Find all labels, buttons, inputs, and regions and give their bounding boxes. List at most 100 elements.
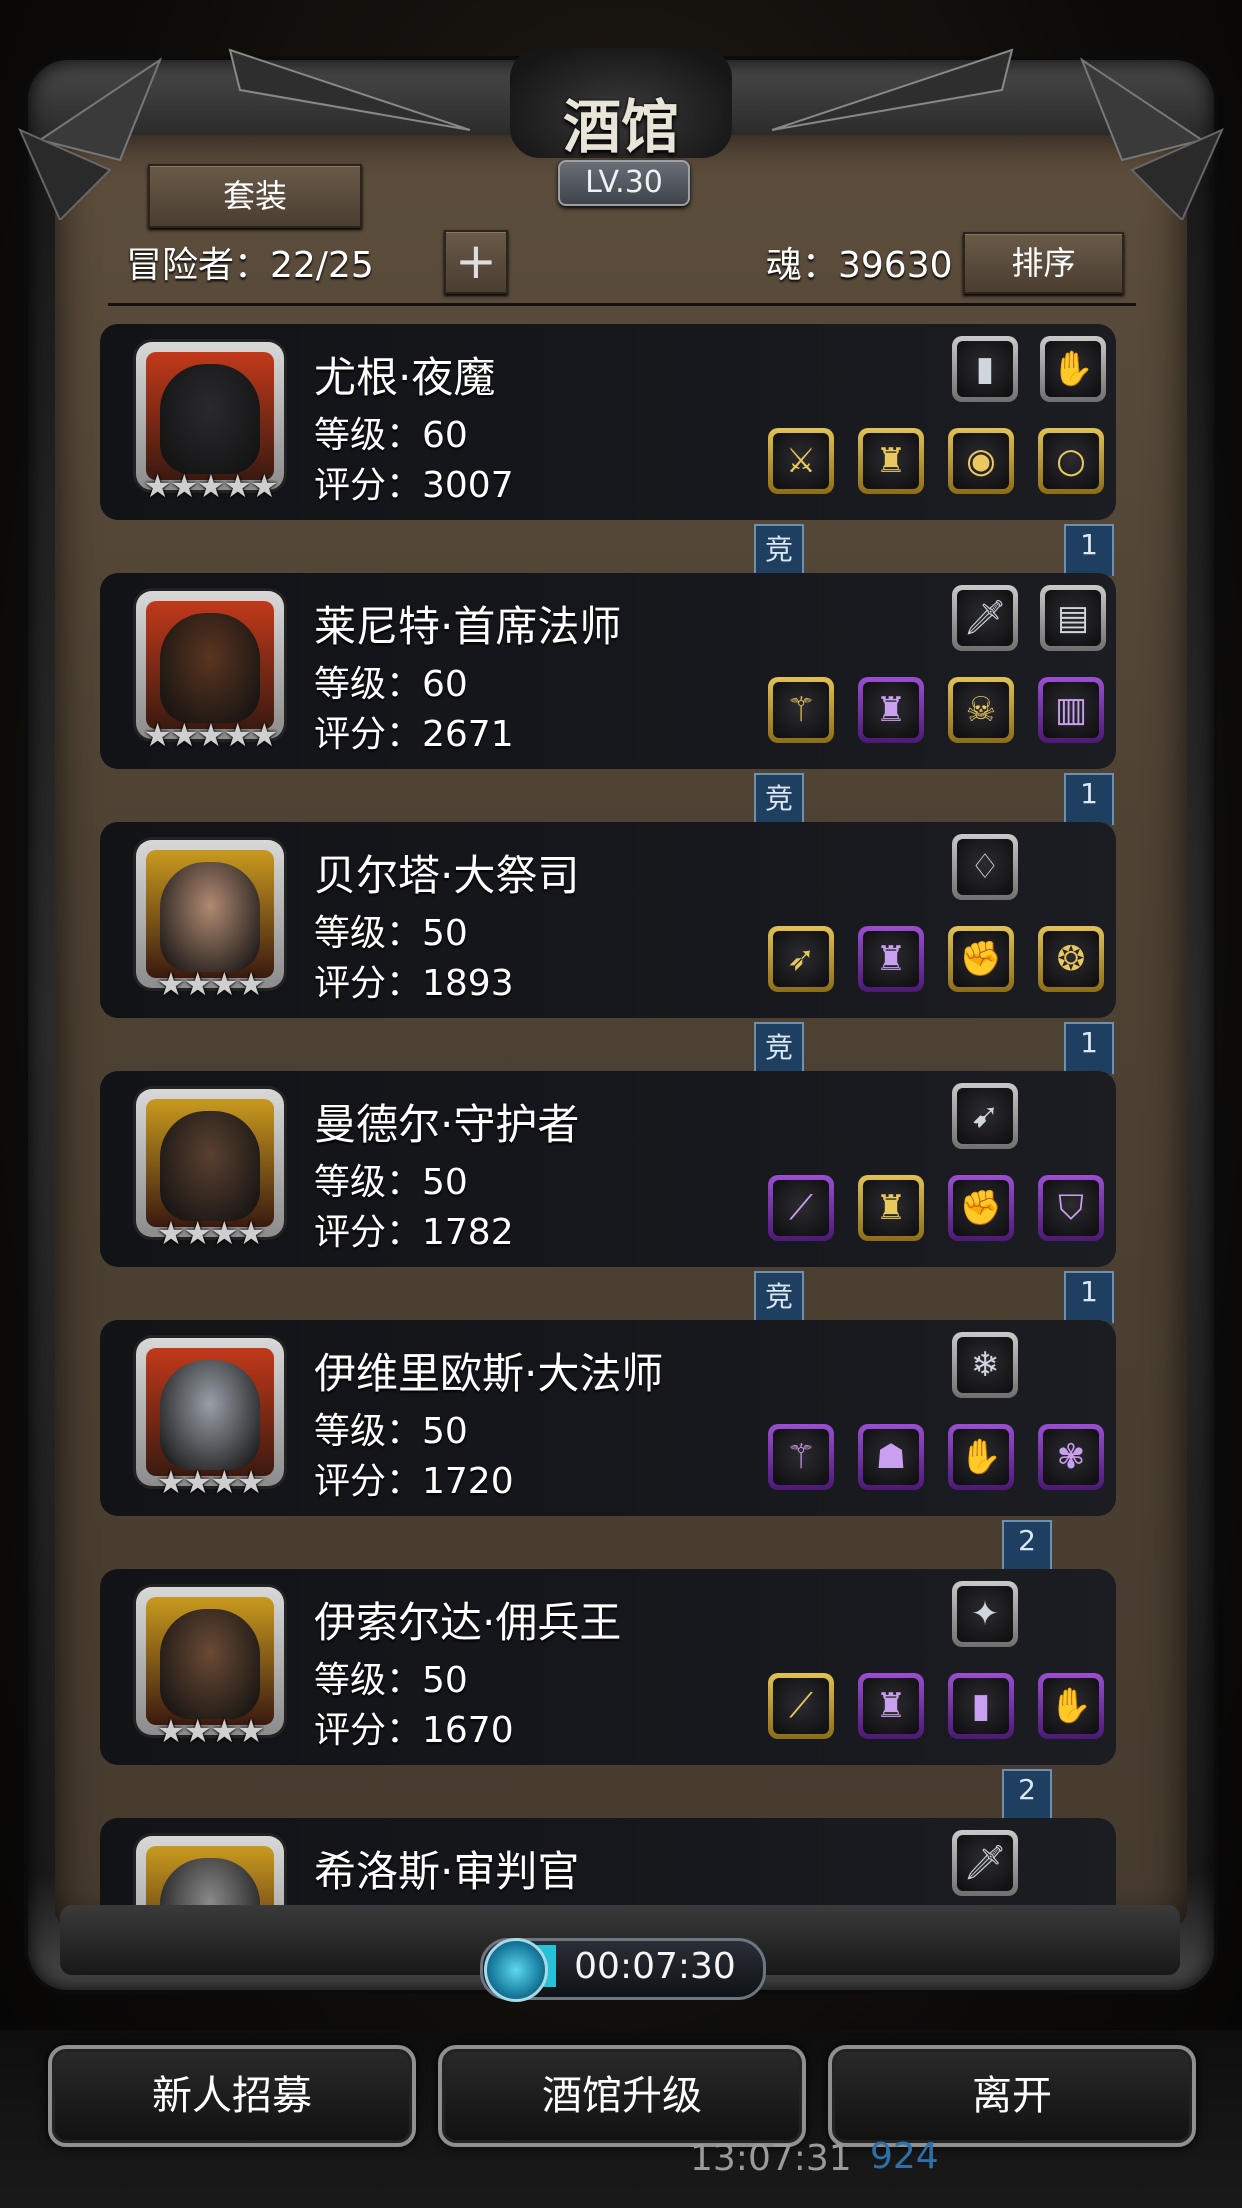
equipment-slot[interactable]: ✊ bbox=[948, 1175, 1014, 1241]
clock-icon bbox=[484, 1938, 548, 2002]
equipment-icon: ✊ bbox=[959, 1188, 1003, 1228]
equipment-slot[interactable]: ♜ bbox=[858, 677, 924, 743]
equipment-slot[interactable]: ➹ bbox=[952, 1083, 1018, 1149]
hero-level: 等级：50 bbox=[314, 1411, 468, 1452]
equipment-slot[interactable]: ⚚ bbox=[768, 677, 834, 743]
portrait-frame bbox=[146, 1846, 274, 1910]
hero-score: 评分：3007 bbox=[314, 465, 514, 506]
equipment-slot[interactable]: ▥ bbox=[1038, 677, 1104, 743]
equipment-icon: ⟋ bbox=[789, 1686, 813, 1726]
equipment-slot[interactable]: ✋ bbox=[1040, 336, 1106, 402]
equipment-icon: ▮ bbox=[971, 1686, 991, 1726]
hero-level: 等级：50 bbox=[314, 913, 468, 954]
star-rating: ★★★★ bbox=[156, 965, 266, 1003]
flag-label: 竞 bbox=[764, 1031, 793, 1064]
flag-label: 2 bbox=[1018, 1773, 1036, 1806]
equipment-slot[interactable]: ⟋ bbox=[768, 1175, 834, 1241]
hero-card[interactable]: ★★★★★ 莱尼特·首席法师 等级：60 评分：2671 🗡 ▤ ⚚ ♜ ☠ ▥ bbox=[100, 573, 1116, 769]
star-rating: ★★★★★ bbox=[143, 716, 278, 754]
hero-face-icon bbox=[160, 364, 260, 474]
equipment-icon: ♜ bbox=[875, 939, 907, 979]
equipment-icon: ✾ bbox=[1056, 1437, 1086, 1477]
timer-text: 00:07:30 bbox=[574, 1946, 736, 1987]
equipment-slot[interactable]: ▤ bbox=[1040, 585, 1106, 651]
equipment-icon: ◉ bbox=[966, 441, 996, 481]
equipment-icon: ❄ bbox=[970, 1345, 1000, 1385]
equipment-slot[interactable]: ❄ bbox=[952, 1332, 1018, 1398]
equipment-slot[interactable]: ♢ bbox=[952, 834, 1018, 900]
hero-score: 评分：1670 bbox=[314, 1710, 514, 1751]
equipment-slot[interactable]: ⟋ bbox=[768, 1673, 834, 1739]
equipment-slot[interactable]: ☠ bbox=[948, 677, 1014, 743]
hero-list[interactable]: ★★★★★ 尤根·夜魔 等级：60 评分：3007 ▮ ✋ ⚔ ♜ ◉ ○ 竞 1 ★★★★★ 莱尼特·首… bbox=[96, 318, 1150, 1910]
equipment-slot[interactable]: ☗ bbox=[858, 1424, 924, 1490]
equipment-slot[interactable]: ▮ bbox=[952, 336, 1018, 402]
star-rating: ★★★★ bbox=[156, 1214, 266, 1252]
flag-label: 1 bbox=[1080, 528, 1098, 561]
equipment-slot[interactable]: ❂ bbox=[1038, 926, 1104, 992]
upgrade-tavern-button[interactable]: 酒馆升级 bbox=[438, 2045, 806, 2147]
equipment-icon: ✋ bbox=[959, 1437, 1003, 1477]
hero-card[interactable]: 希洛斯·审判官等级：🗡 bbox=[100, 1818, 1116, 1910]
equipment-slot[interactable]: 🗡 bbox=[952, 585, 1018, 651]
equipment-icon: ➶ bbox=[786, 939, 816, 979]
sort-button[interactable]: 排序 bbox=[963, 232, 1124, 294]
equipment-slot[interactable]: ✊ bbox=[948, 926, 1014, 992]
equipment-slot[interactable]: ♜ bbox=[858, 428, 924, 494]
leave-button[interactable]: 离开 bbox=[828, 2045, 1196, 2147]
equipment-icon: ⚔ bbox=[785, 441, 817, 481]
flag-label: 竞 bbox=[764, 782, 793, 815]
equipment-icon: ✋ bbox=[1049, 1686, 1093, 1726]
flag-label: 1 bbox=[1080, 777, 1098, 810]
equipment-slot[interactable]: ♜ bbox=[858, 1673, 924, 1739]
hero-portrait[interactable] bbox=[136, 1836, 284, 1910]
equipment-icon: ❂ bbox=[1056, 939, 1086, 979]
hero-face-icon bbox=[160, 862, 260, 972]
header-divider bbox=[108, 303, 1136, 306]
equipment-icon: ✊ bbox=[959, 939, 1003, 979]
set-button[interactable]: 套装 bbox=[148, 164, 362, 228]
hero-card[interactable]: ★★★★ 贝尔塔·大祭司等级：50 评分：1893 ♢ ➶ ♜ ✊ ❂ bbox=[100, 822, 1116, 1018]
equipment-slot[interactable]: ⚔ bbox=[768, 428, 834, 494]
equipment-slot[interactable]: 🗡 bbox=[952, 1830, 1018, 1896]
equipment-slot[interactable]: ➶ bbox=[768, 926, 834, 992]
equipment-slot[interactable]: ○ bbox=[1038, 428, 1104, 494]
adventurer-count: 冒险者：22/25 bbox=[126, 245, 374, 286]
hero-score: 评分：2671 bbox=[314, 714, 514, 755]
equipment-slot[interactable]: ♜ bbox=[858, 1175, 924, 1241]
hero-card[interactable]: ★★★★ 曼德尔·守护者 等级：50 评分：1782 ➹ ⟋ ♜ ✊ ⛉ bbox=[100, 1071, 1116, 1267]
add-slot-button[interactable]: + bbox=[444, 230, 508, 294]
equipment-slot[interactable]: ✋ bbox=[948, 1424, 1014, 1490]
equipment-icon: ⚚ bbox=[785, 1437, 817, 1477]
equipment-icon: ☠ bbox=[965, 690, 997, 730]
flag-label: 竞 bbox=[764, 1280, 793, 1313]
equipment-slot[interactable]: ✾ bbox=[1038, 1424, 1104, 1490]
portrait-frame bbox=[146, 601, 274, 729]
hero-card[interactable]: ★★★★ 伊维里欧斯·大法师 等级：50 评分：1720 ❄ ⚚ ☗ ✋ ✾ bbox=[100, 1320, 1116, 1516]
hero-name: 贝尔塔·大祭司 bbox=[314, 851, 580, 900]
equipment-icon: ▤ bbox=[1056, 598, 1090, 638]
equipment-icon: ✋ bbox=[1051, 349, 1095, 389]
equipment-slot[interactable]: ✦ bbox=[952, 1581, 1018, 1647]
equipment-slot[interactable]: ⚚ bbox=[768, 1424, 834, 1490]
hero-card[interactable]: ★★★★ 伊索尔达·佣兵王 等级：50 评分：1670 ✦ ⟋ ♜ ▮ ✋ bbox=[100, 1569, 1116, 1765]
equipment-slot[interactable]: ✋ bbox=[1038, 1673, 1104, 1739]
flag-label: 2 bbox=[1018, 1524, 1036, 1557]
hero-face-icon bbox=[160, 1111, 260, 1221]
portrait-frame bbox=[146, 850, 274, 978]
equipment-icon: ♜ bbox=[875, 1686, 907, 1726]
equipment-icon: 🗡 bbox=[963, 598, 1007, 638]
equipment-slot[interactable]: ♜ bbox=[858, 926, 924, 992]
soul-count: 魂：39630 bbox=[766, 245, 953, 286]
recruit-button[interactable]: 新人招募 bbox=[48, 2045, 416, 2147]
hero-score: 评分：1720 bbox=[314, 1461, 514, 1502]
equipment-slot[interactable]: ◉ bbox=[948, 428, 1014, 494]
equipment-slot[interactable]: ⛉ bbox=[1038, 1175, 1104, 1241]
equipment-slot[interactable]: ▮ bbox=[948, 1673, 1014, 1739]
hero-card[interactable]: ★★★★★ 尤根·夜魔 等级：60 评分：3007 ▮ ✋ ⚔ ♜ ◉ ○ bbox=[100, 324, 1116, 520]
hero-level: 等级：50 bbox=[314, 1162, 468, 1203]
hero-face-icon bbox=[160, 1360, 260, 1470]
portrait-frame bbox=[146, 1597, 274, 1725]
hero-score: 评分：1893 bbox=[314, 963, 514, 1004]
flag-label: 1 bbox=[1080, 1026, 1098, 1059]
